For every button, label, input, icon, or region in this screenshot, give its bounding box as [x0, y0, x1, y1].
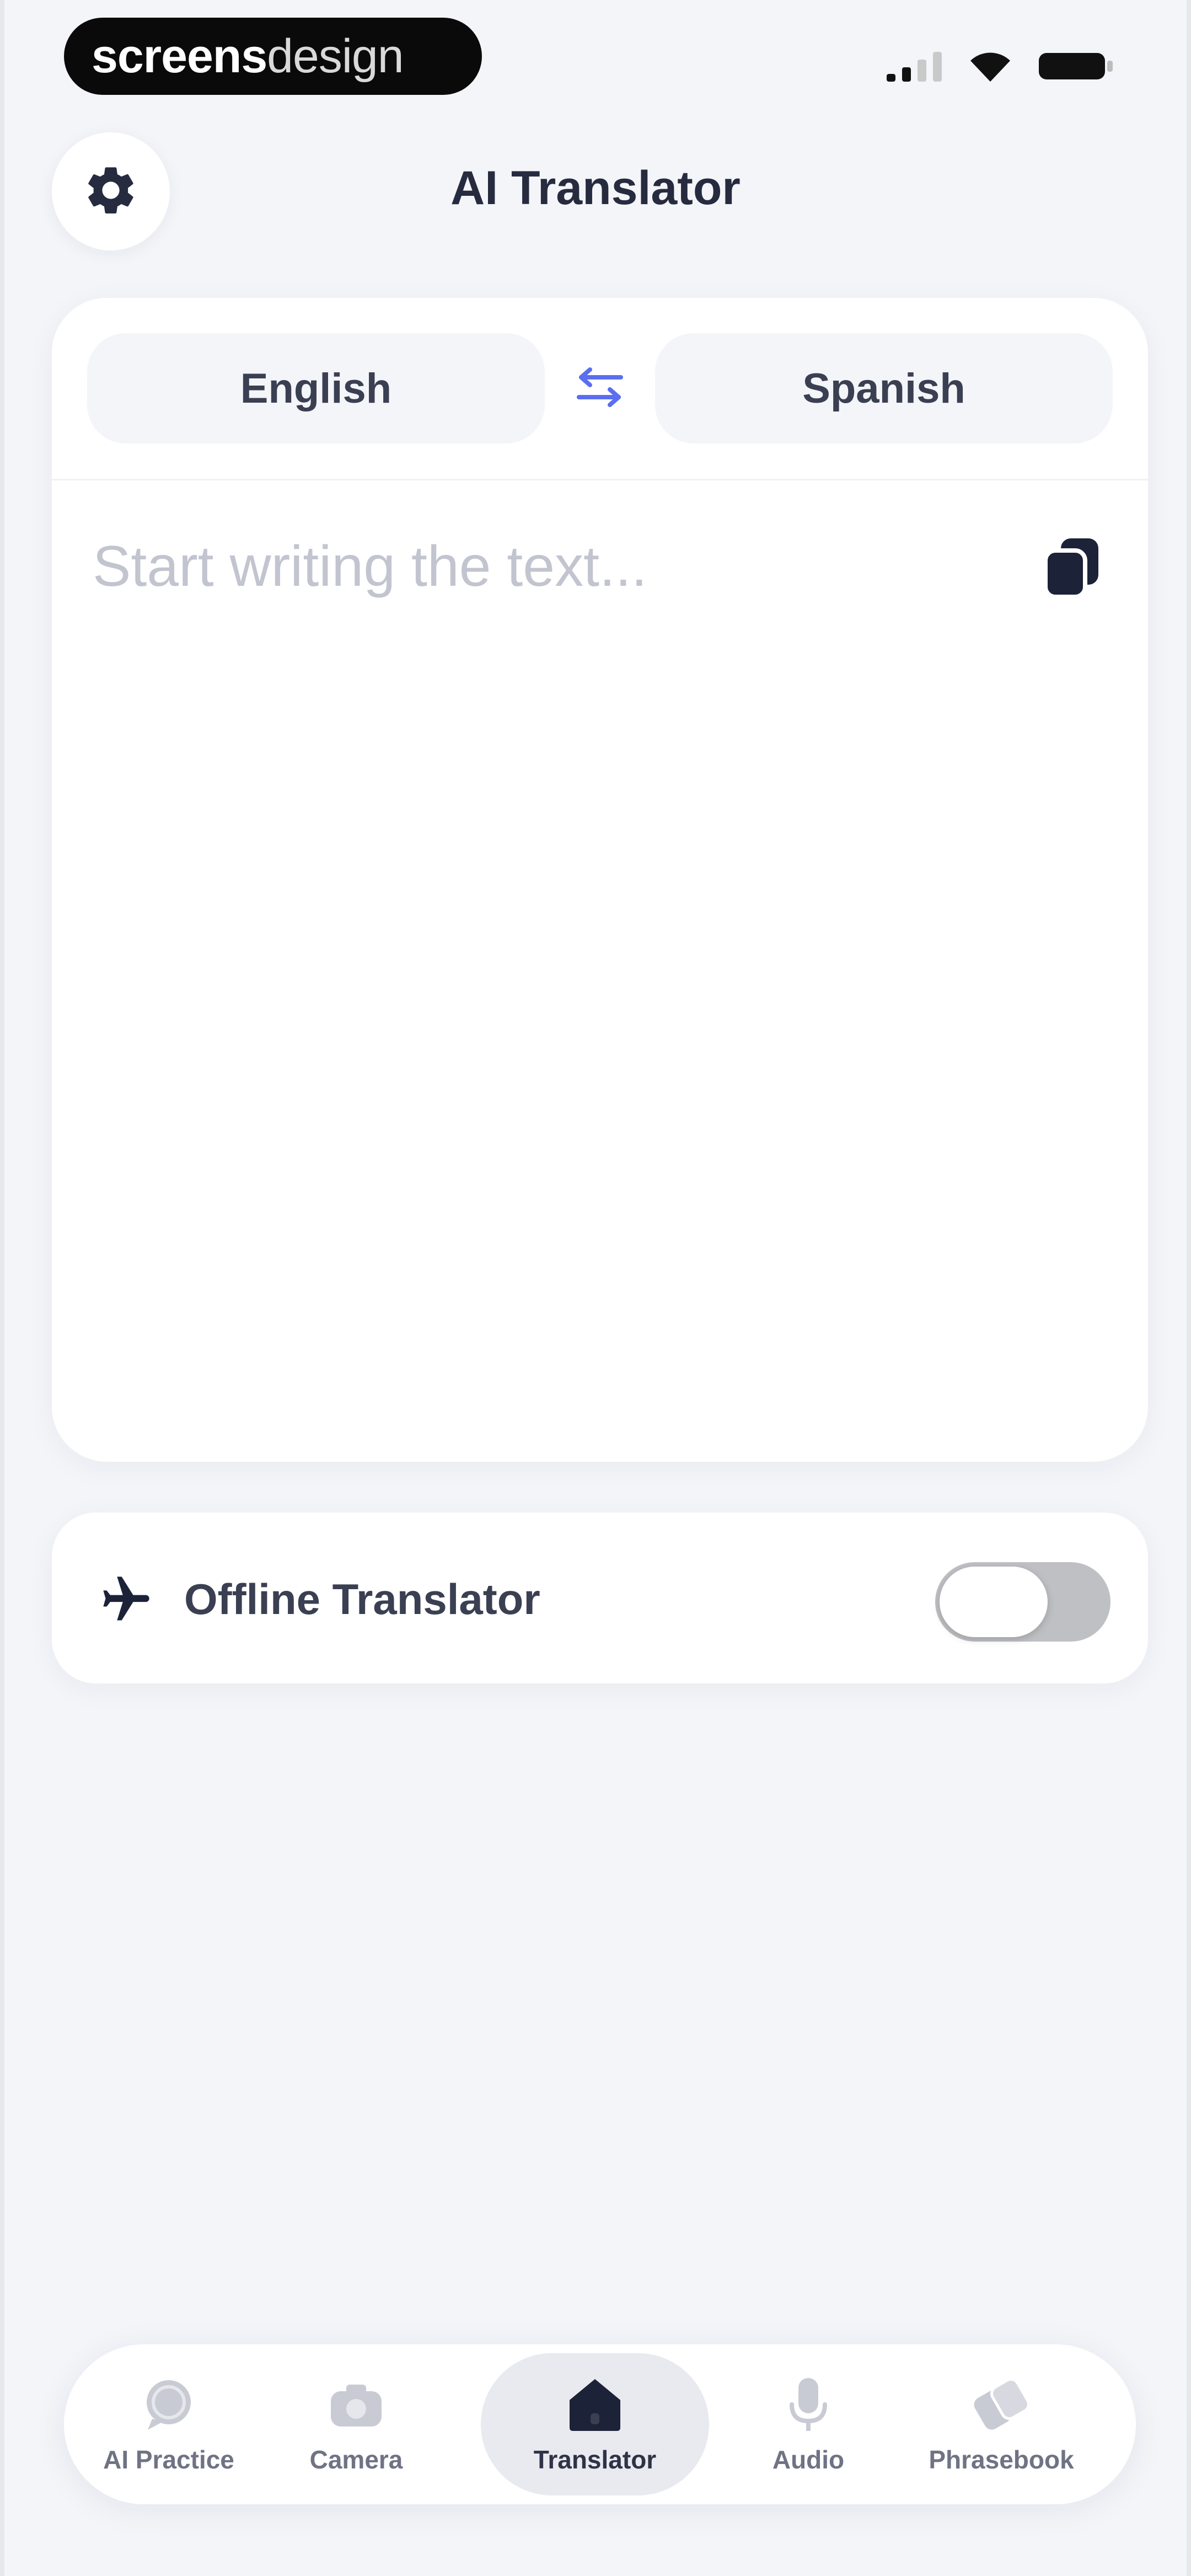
nav-label: Translator [533, 2445, 657, 2474]
translate-card: English Spanish [52, 298, 1148, 1462]
source-language-button[interactable]: English [87, 333, 545, 443]
offline-translator-row: Offline Translator [52, 1513, 1148, 1684]
source-language-label: English [240, 365, 392, 412]
nav-label: Camera [309, 2445, 403, 2474]
wifi-icon [967, 50, 1013, 83]
page-title: AI Translator [450, 162, 741, 215]
offline-translator-label: Offline Translator [184, 1575, 540, 1623]
battery-icon [1038, 50, 1115, 83]
nav-label: Phrasebook [929, 2445, 1074, 2474]
status-icons [886, 50, 1115, 83]
source-text-input[interactable] [93, 530, 986, 1390]
phrasebook-icon [971, 2374, 1032, 2435]
swap-arrows-icon [573, 365, 626, 412]
paste-icon [1039, 534, 1105, 603]
nav-item-ai-practice[interactable]: AI Practice [86, 2353, 251, 2495]
brand-text-light: design [267, 30, 404, 83]
offline-translator-toggle[interactable] [935, 1562, 1110, 1642]
nav-item-audio[interactable]: Audio [753, 2353, 863, 2495]
app-screen: screensdesign AI Translator English Span… [0, 0, 1191, 2576]
chat-bubble-icon [138, 2374, 199, 2435]
airplane-icon [96, 1572, 157, 1627]
microphone-icon [778, 2374, 839, 2435]
card-divider [52, 479, 1148, 480]
paste-button[interactable] [1033, 530, 1110, 607]
home-icon [565, 2374, 625, 2435]
nav-label: Audio [772, 2445, 845, 2474]
nav-item-translator[interactable]: Translator [481, 2353, 709, 2495]
signal-icon [886, 50, 943, 83]
target-language-button[interactable]: Spanish [655, 333, 1113, 443]
nav-label: AI Practice [103, 2445, 234, 2474]
bottom-nav: AI Practice Camera Translator Audio Phra… [64, 2344, 1136, 2504]
nav-item-phrasebook[interactable]: Phrasebook [908, 2353, 1095, 2495]
swap-languages-button[interactable] [565, 357, 635, 419]
nav-item-camera[interactable]: Camera [290, 2353, 422, 2495]
target-language-label: Spanish [802, 365, 965, 412]
camera-icon [326, 2374, 387, 2435]
brand-logo: screensdesign [64, 18, 482, 95]
toggle-knob [940, 1567, 1048, 1637]
brand-text-bold: screens [92, 30, 267, 83]
status-bar: screensdesign [4, 0, 1187, 121]
